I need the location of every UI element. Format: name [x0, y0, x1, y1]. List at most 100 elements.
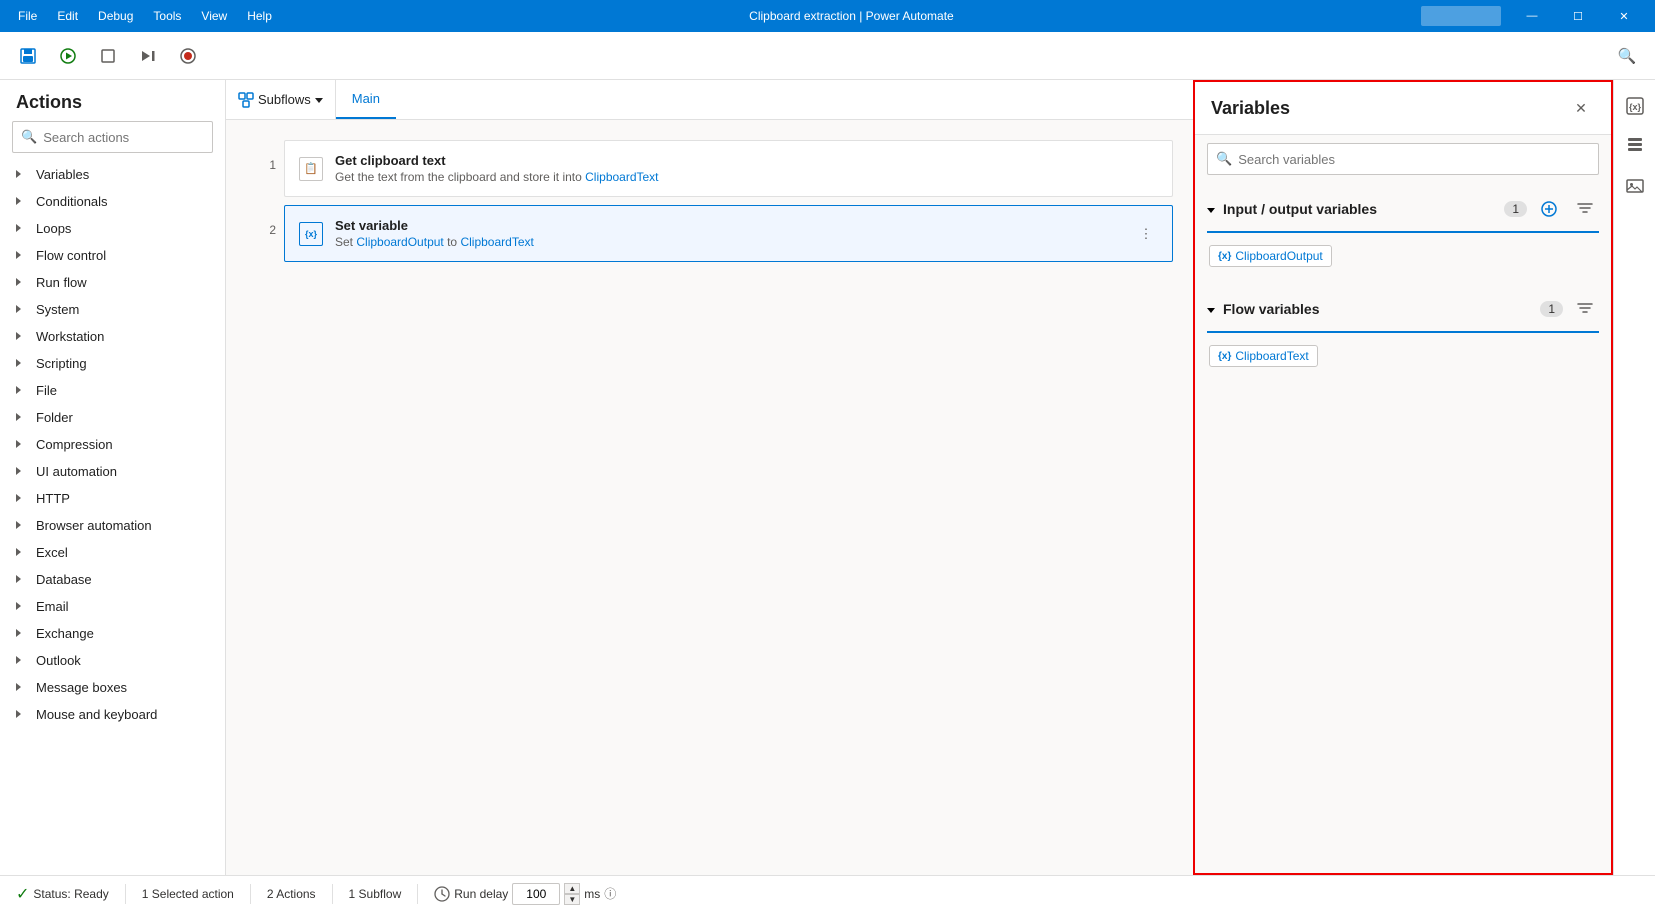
step-desc-text-1: Get the text from the clipboard and stor…	[335, 170, 582, 184]
subflows-icon	[238, 92, 254, 108]
step-card-2[interactable]: {x} Set variable Set ClipboardOutput to …	[284, 205, 1173, 262]
action-item-mouse-keyboard[interactable]: Mouse and keyboard	[0, 701, 225, 728]
variable-icon: {x}	[299, 222, 323, 246]
action-item-message-boxes[interactable]: Message boxes	[0, 674, 225, 701]
menu-edit[interactable]: Edit	[47, 0, 88, 32]
subflow-count: 1 Subflow	[349, 887, 402, 901]
menu-tools[interactable]: Tools	[143, 0, 191, 32]
tabs-bar: Subflows Main	[226, 80, 1193, 120]
close-button[interactable]: ✕	[1601, 0, 1647, 32]
search-actions-input[interactable]	[43, 130, 204, 145]
stop-button[interactable]	[92, 40, 124, 72]
subflows-button[interactable]: Subflows	[226, 80, 336, 119]
assets-sidebar-button[interactable]	[1617, 128, 1653, 164]
next-step-button[interactable]	[132, 40, 164, 72]
action-label: Workstation	[36, 329, 104, 344]
action-item-conditionals[interactable]: Conditionals	[0, 188, 225, 215]
images-sidebar-button[interactable]	[1617, 168, 1653, 204]
search-button[interactable]: 🔍	[1611, 40, 1643, 72]
actions-count: 2 Actions	[267, 887, 316, 901]
action-item-exchange[interactable]: Exchange	[0, 620, 225, 647]
action-item-system[interactable]: System	[0, 296, 225, 323]
var-chip-clipboard-output[interactable]: {x} ClipboardOutput	[1209, 245, 1332, 267]
search-variables-icon: 🔍	[1216, 151, 1232, 167]
search-variables-box[interactable]: 🔍	[1207, 143, 1599, 175]
action-label: Compression	[36, 437, 113, 452]
action-item-file[interactable]: File	[0, 377, 225, 404]
variables-close-button[interactable]: ✕	[1567, 94, 1595, 122]
action-item-variables[interactable]: Variables	[0, 161, 225, 188]
minimize-button[interactable]: —	[1509, 0, 1555, 32]
chevron-right-icon	[16, 196, 28, 208]
filter-input-output-button[interactable]	[1571, 195, 1599, 223]
chevron-right-icon	[16, 439, 28, 451]
run-delay-up-button[interactable]: ▲	[564, 883, 580, 894]
action-item-folder[interactable]: Folder	[0, 404, 225, 431]
chevron-right-icon	[16, 385, 28, 397]
input-output-items: {x} ClipboardOutput	[1195, 233, 1611, 279]
run-delay-down-button[interactable]: ▼	[564, 894, 580, 905]
run-button[interactable]	[52, 40, 84, 72]
status-ready: ✓ Status: Ready	[16, 884, 109, 904]
action-item-database[interactable]: Database	[0, 566, 225, 593]
image-icon	[1626, 177, 1644, 195]
chevron-right-icon	[16, 601, 28, 613]
app-body: Actions 🔍 Variables Conditionals Loops F…	[0, 80, 1655, 875]
input-output-section: Input / output variables 1	[1195, 187, 1611, 279]
chevron-right-icon	[16, 574, 28, 586]
chevron-right-icon	[16, 304, 28, 316]
tab-main[interactable]: Main	[336, 80, 396, 119]
step-menu-button-2[interactable]: ⋮	[1134, 222, 1158, 246]
action-item-workstation[interactable]: Workstation	[0, 323, 225, 350]
variable-chip-icon: {x}	[1218, 251, 1231, 262]
maximize-button[interactable]: ☐	[1555, 0, 1601, 32]
step-title-2: Set variable	[335, 218, 1122, 233]
selected-actions-count: 1 Selected action	[142, 887, 234, 901]
step-card-1[interactable]: 📋 Get clipboard text Get the text from t…	[284, 140, 1173, 197]
input-output-count: 1	[1504, 201, 1527, 217]
variables-header: Variables ✕	[1195, 82, 1611, 135]
actions-count-label: 2 Actions	[267, 887, 316, 901]
menu-view[interactable]: View	[191, 0, 237, 32]
action-item-run-flow[interactable]: Run flow	[0, 269, 225, 296]
window-title: Clipboard extraction | Power Automate	[282, 9, 1421, 23]
variable-chip-icon: {x}	[1218, 351, 1231, 362]
canvas-content: 1 📋 Get clipboard text Get the text from…	[226, 120, 1193, 875]
search-actions-box[interactable]: 🔍	[12, 121, 213, 153]
action-item-outlook[interactable]: Outlook	[0, 647, 225, 674]
step-desc-1: Get the text from the clipboard and stor…	[335, 170, 1158, 184]
action-label: Mouse and keyboard	[36, 707, 157, 722]
action-item-loops[interactable]: Loops	[0, 215, 225, 242]
action-item-http[interactable]: HTTP	[0, 485, 225, 512]
action-item-excel[interactable]: Excel	[0, 539, 225, 566]
menu-file[interactable]: File	[8, 0, 47, 32]
filter-flow-variables-button[interactable]	[1571, 295, 1599, 323]
menu-debug[interactable]: Debug	[88, 0, 143, 32]
record-button[interactable]	[172, 40, 204, 72]
user-avatar	[1421, 6, 1501, 26]
action-item-flow-control[interactable]: Flow control	[0, 242, 225, 269]
filter-icon	[1577, 301, 1593, 317]
action-item-scripting[interactable]: Scripting	[0, 350, 225, 377]
status-divider-2	[250, 884, 251, 904]
var-chip-clipboard-text[interactable]: {x} ClipboardText	[1209, 345, 1318, 367]
menu-help[interactable]: Help	[237, 0, 282, 32]
action-item-email[interactable]: Email	[0, 593, 225, 620]
run-delay-input[interactable]	[512, 883, 560, 905]
chevron-right-icon	[16, 358, 28, 370]
save-button[interactable]	[12, 40, 44, 72]
action-item-browser-automation[interactable]: Browser automation	[0, 512, 225, 539]
chevron-right-icon	[16, 169, 28, 181]
variables-icon: {x}	[1626, 97, 1644, 115]
action-item-ui-automation[interactable]: UI automation	[0, 458, 225, 485]
canvas-area: Subflows Main 1 📋 Get clipboard text Get…	[226, 80, 1193, 875]
flow-variables-header[interactable]: Flow variables 1	[1195, 287, 1611, 331]
action-label: Excel	[36, 545, 68, 560]
variables-sidebar-button[interactable]: {x}	[1617, 88, 1653, 124]
search-variables-input[interactable]	[1238, 152, 1590, 167]
action-item-compression[interactable]: Compression	[0, 431, 225, 458]
input-output-header[interactable]: Input / output variables 1	[1195, 187, 1611, 231]
action-label: Flow control	[36, 248, 106, 263]
layers-icon	[1626, 137, 1644, 155]
add-variable-button[interactable]	[1535, 195, 1563, 223]
